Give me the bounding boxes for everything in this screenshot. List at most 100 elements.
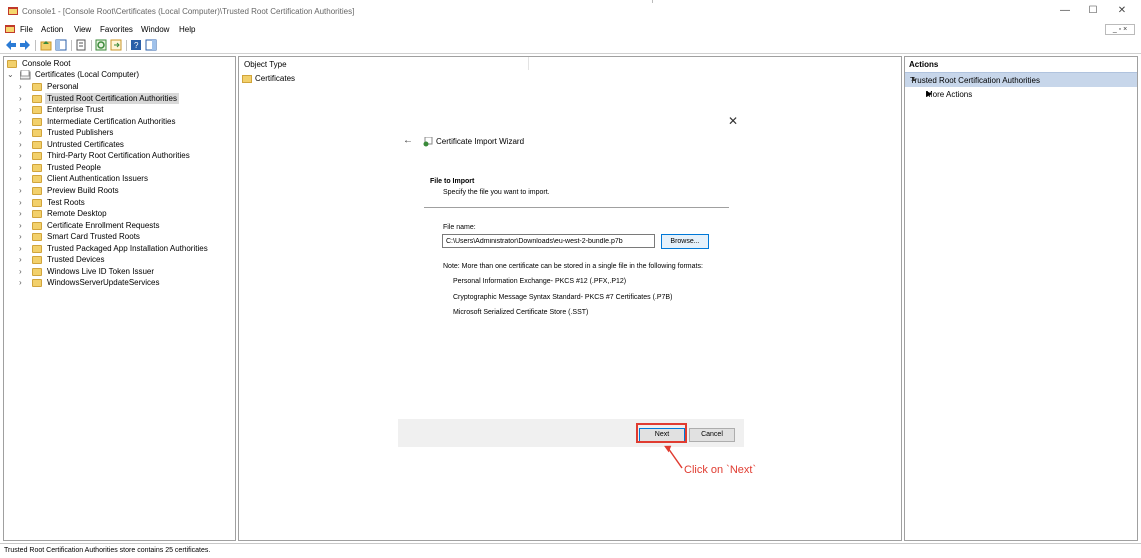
folder-icon [32, 152, 42, 161]
folder-icon [32, 83, 42, 91]
up-folder-icon[interactable] [40, 39, 52, 51]
tree-label: Intermediate Certification Authorities [47, 116, 176, 126]
help-icon[interactable]: ? [130, 39, 142, 51]
chevron-right-icon[interactable]: › [19, 127, 28, 138]
annotation-arrow-icon [664, 445, 683, 469]
tree-label: Third-Party Root Certification Authoriti… [47, 151, 190, 161]
toolbar-separator [126, 40, 127, 51]
format-pfx: Personal Information Exchange- PKCS #12 … [453, 278, 627, 285]
wizard-close-button[interactable]: ✕ [728, 114, 738, 128]
chevron-right-icon[interactable]: › [19, 231, 28, 242]
formats-note: Note: More than one certificate can be s… [443, 263, 703, 270]
wizard-section-title: File to Import [430, 178, 475, 185]
wizard-footer: Next Cancel [398, 419, 744, 447]
chevron-right-icon[interactable]: › [19, 93, 28, 104]
chevron-right-icon[interactable]: › [19, 173, 28, 184]
chevron-right-icon[interactable]: › [19, 266, 28, 277]
refresh-icon[interactable] [95, 39, 107, 51]
wizard-title: Certificate Import Wizard [436, 137, 525, 146]
chevron-right-icon[interactable]: › [19, 254, 28, 265]
chevron-right-icon[interactable]: › [19, 116, 28, 127]
list-item-label: Certificates [255, 74, 296, 83]
actions-section-trusted-root[interactable]: Trusted Root Certification Authorities ▲ [905, 72, 1137, 87]
cancel-button[interactable]: Cancel [689, 428, 735, 442]
folder-icon [32, 117, 42, 126]
menu-view[interactable]: View [74, 25, 91, 34]
tree-label: Untrusted Certificates [47, 139, 124, 149]
menu-window[interactable]: Window [141, 25, 169, 34]
tree-label: Enterprise Trust [47, 105, 104, 115]
forward-icon[interactable] [19, 39, 31, 51]
wizard-back-button[interactable]: ← [403, 135, 413, 146]
collapse-up-icon[interactable]: ▲ [910, 76, 1131, 83]
folder-icon [32, 129, 42, 138]
tree-label: Preview Build Roots [47, 185, 119, 195]
certificate-import-wizard: ✕ ← Certificate Import Wizard File to Im… [398, 110, 744, 447]
browse-button[interactable]: Browse... [661, 234, 709, 249]
menu-file[interactable]: File [20, 25, 33, 34]
close-window-button[interactable]: ✕ [1112, 4, 1132, 18]
folder-icon [32, 186, 42, 195]
chevron-right-icon[interactable]: › [19, 208, 28, 219]
show-hide-tree-icon[interactable] [55, 39, 67, 51]
folder-icon [32, 233, 42, 242]
tree-label: Client Authentication Issuers [47, 174, 148, 184]
chevron-right-icon[interactable]: › [19, 277, 28, 288]
folder-icon [32, 198, 42, 207]
chevron-right-icon[interactable]: › [19, 220, 28, 231]
actions-header: Actions [905, 57, 1137, 71]
folder-icon [32, 175, 42, 184]
minimize-button[interactable]: — [1055, 4, 1075, 18]
column-header-object-type[interactable]: Object Type [239, 57, 529, 70]
chevron-right-icon[interactable]: › [19, 243, 28, 254]
certificate-wizard-icon [423, 137, 433, 147]
folder-icon [32, 94, 42, 103]
file-name-label: File name: [443, 224, 476, 231]
export-list-icon[interactable] [110, 39, 122, 51]
console-tree-pane: Console Root ⌄ Certificates (Local Compu… [3, 56, 236, 541]
show-action-pane-icon[interactable] [145, 39, 157, 51]
chevron-right-icon[interactable]: › [19, 150, 28, 161]
menu-favorites[interactable]: Favorites [100, 25, 133, 34]
menu-help[interactable]: Help [179, 25, 195, 34]
menu-action[interactable]: Action [41, 25, 63, 34]
tree-label: Trusted Packaged App Installation Author… [47, 243, 208, 253]
chevron-right-icon[interactable]: › [19, 162, 28, 173]
console-icon[interactable] [5, 24, 15, 34]
window-title: Console1 - [Console Root\Certificates (L… [22, 7, 355, 16]
action-more-actions[interactable]: More Actions ▶ [905, 89, 1137, 101]
properties-icon[interactable] [75, 39, 87, 51]
folder-icon [32, 244, 42, 253]
status-bar: Trusted Root Certification Authorities s… [0, 543, 1141, 558]
certificate-store-icon [20, 70, 31, 80]
tree-label: Trusted People [47, 162, 101, 172]
toolbar-separator [71, 40, 72, 51]
tree-label: Smart Card Trusted Roots [47, 232, 140, 242]
toolbar-separator [91, 40, 92, 51]
folder-icon [32, 279, 42, 288]
maximize-button[interactable]: ☐ [1083, 4, 1103, 18]
chevron-right-icon[interactable]: › [19, 81, 28, 92]
child-window-controls[interactable]: _ ▫ × [1105, 24, 1135, 35]
format-sst: Microsoft Serialized Certificate Store (… [453, 309, 589, 316]
file-name-input[interactable] [442, 234, 655, 248]
mmc-app-icon [8, 7, 18, 15]
folder-icon [242, 75, 252, 83]
chevron-right-icon[interactable]: › [19, 139, 28, 150]
chevron-right-icon[interactable]: › [19, 185, 28, 196]
title-bar: Console1 - [Console Root\Certificates (L… [0, 0, 1141, 22]
submenu-arrow-icon: ▶ [926, 89, 933, 98]
actions-header-label: Actions [909, 60, 939, 69]
chevron-down-icon[interactable]: ⌄ [7, 69, 16, 80]
chevron-right-icon[interactable]: › [19, 104, 28, 115]
back-icon[interactable] [5, 39, 17, 51]
folder-icon [32, 221, 42, 230]
tree-label: Windows Live ID Token Issuer [47, 266, 155, 276]
folder-icon [32, 140, 42, 149]
tree-label: Trusted Devices [47, 255, 105, 265]
chevron-right-icon[interactable]: › [19, 197, 28, 208]
folder-icon [7, 60, 17, 68]
wizard-section-description: Specify the file you want to import. [443, 189, 550, 196]
format-p7b: Cryptographic Message Syntax Standard- P… [453, 294, 673, 301]
toolbar-separator [35, 40, 36, 51]
